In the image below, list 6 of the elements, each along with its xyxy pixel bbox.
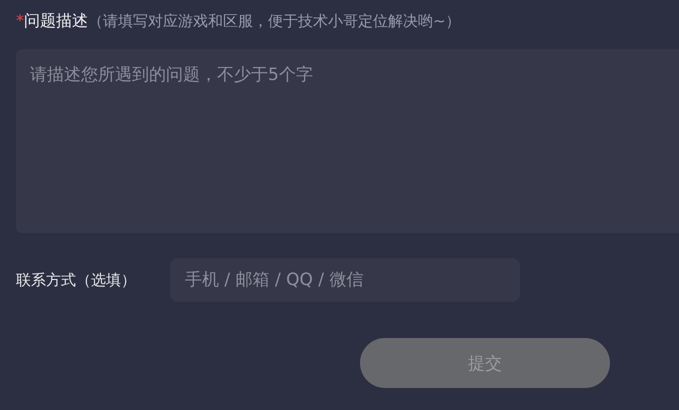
- description-field[interactable]: 请描述您所遇到的问题，不少于5个字: [16, 49, 679, 233]
- field-label: 问题描述: [24, 11, 88, 32]
- contact-label: 联系方式（选填）: [16, 270, 137, 290]
- contact-field[interactable]: 手机 / 邮箱 / QQ / 微信: [170, 258, 520, 302]
- required-mark: *: [16, 11, 24, 30]
- field-hint: （请填写对应游戏和区服，便于技术小哥定位解决哟~）: [88, 12, 461, 31]
